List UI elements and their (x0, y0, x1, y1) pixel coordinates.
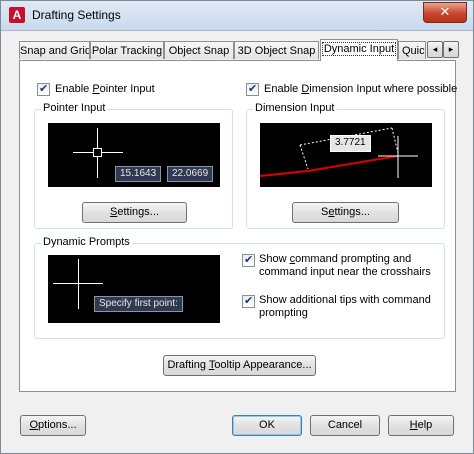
dimension-graphic (260, 127, 418, 178)
pointer-input-group-title: Pointer Input (41, 102, 108, 114)
autocad-icon: A (9, 7, 25, 23)
tab-3d-object-snap[interactable]: 3D Object Snap (234, 41, 319, 59)
close-button[interactable]: ✕ (423, 2, 467, 23)
tab-polar-tracking[interactable]: Polar Tracking (90, 41, 164, 59)
ok-button[interactable]: OK (232, 415, 302, 436)
cancel-button[interactable]: Cancel (310, 415, 380, 436)
tab-strip: Snap and Grid Polar Tracking Object Snap… (19, 39, 459, 61)
dimension-value-field: 3.7721 (330, 135, 371, 152)
coordinate-x-tip: 15.1643 (115, 166, 162, 182)
title-bar[interactable]: A Drafting Settings ✕ (1, 1, 473, 31)
enable-dimension-input-label[interactable]: Enable Dimension Input where possible (264, 83, 457, 95)
options-button[interactable]: Options... (20, 415, 86, 436)
dynamic-prompts-preview: Specify first point: (48, 255, 220, 323)
tab-snap-and-grid[interactable]: Snap and Grid (19, 41, 90, 59)
coordinate-y-tip: 22.0669 (167, 166, 214, 182)
enable-pointer-input-checkbox[interactable] (37, 82, 50, 96)
window-title: Drafting Settings (32, 8, 121, 22)
show-command-prompting-label[interactable]: Show command prompting and command input … (259, 253, 431, 279)
tab-scroll-right-button[interactable]: ▸ (443, 41, 459, 58)
enable-pointer-input-label[interactable]: Enable Pointer Input (55, 83, 155, 95)
crosshair-vertical (78, 259, 79, 309)
help-button[interactable]: Help (388, 415, 454, 436)
arrow-left-icon: ◂ (432, 44, 438, 54)
show-additional-tips-checkbox[interactable] (242, 294, 255, 308)
show-additional-tips-label[interactable]: Show additional tips with command prompti… (259, 294, 431, 320)
drafting-settings-dialog: A Drafting Settings ✕ Snap and Grid Pola… (0, 0, 474, 454)
pointer-input-preview: 15.1643 22.0669 (48, 123, 220, 187)
show-command-prompting-checkbox[interactable] (242, 253, 255, 267)
pointer-settings-button[interactable]: Settings... (82, 202, 187, 223)
arrow-right-icon: ▸ (448, 44, 454, 54)
tab-scroll-left-button[interactable]: ◂ (427, 41, 443, 58)
dimension-settings-button[interactable]: Settings... (292, 202, 399, 223)
tab-dynamic-input[interactable]: Dynamic Input (320, 39, 398, 61)
tab-quick-properties[interactable]: Quic (398, 41, 426, 59)
enable-dimension-input-checkbox[interactable] (246, 82, 259, 96)
dimension-input-preview: 3.7721 (260, 123, 432, 187)
dynamic-input-panel: Enable Pointer Input Enable Dimension In… (19, 60, 457, 392)
dimension-input-group-title: Dimension Input (253, 102, 337, 114)
dynamic-prompts-group-title: Dynamic Prompts (41, 236, 132, 248)
drafting-tooltip-appearance-button[interactable]: Drafting Tooltip Appearance... (163, 355, 316, 376)
pickbox-icon (93, 148, 102, 157)
command-prompt-tip: Specify first point: (94, 296, 183, 312)
tab-object-snap[interactable]: Object Snap (164, 41, 234, 59)
